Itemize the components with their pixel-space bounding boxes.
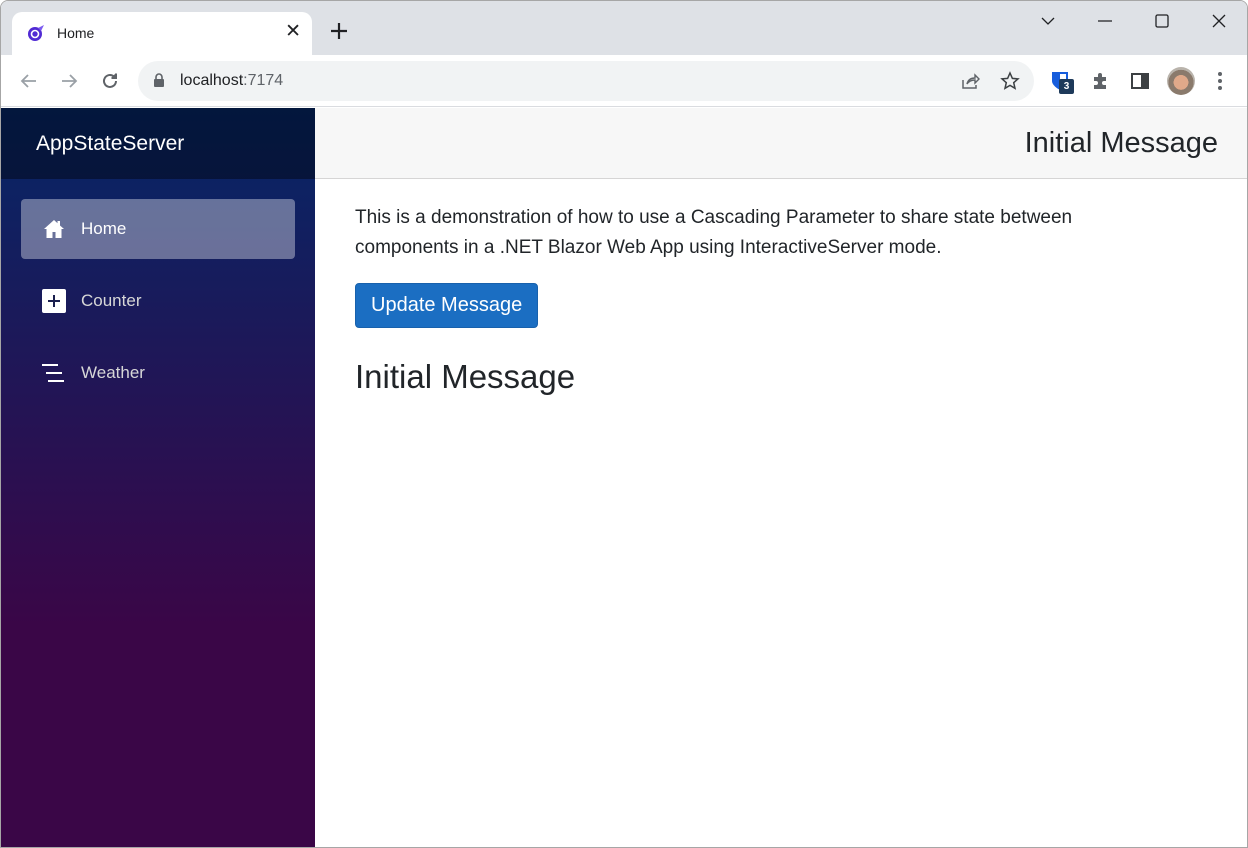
- message-heading: Initial Message: [355, 358, 576, 395]
- new-tab-icon[interactable]: [327, 19, 351, 43]
- forward-icon[interactable]: [57, 69, 81, 93]
- url-text[interactable]: localhost:7174: [180, 72, 283, 90]
- side-panel-icon[interactable]: [1128, 69, 1152, 93]
- list-icon: [41, 360, 67, 386]
- update-message-button[interactable]: Update Message: [355, 283, 539, 328]
- nav-item-home[interactable]: Home: [21, 199, 295, 259]
- tab-home[interactable]: Home ✕: [12, 12, 312, 55]
- tab-strip: Home ✕: [1, 1, 1247, 55]
- top-row-message: Initial Message: [1024, 126, 1218, 159]
- blazor-icon: [28, 25, 44, 41]
- url-host: localhost: [180, 72, 244, 89]
- maximize-icon[interactable]: [1147, 9, 1177, 33]
- app-page: AppStateServer Home Counter Weather Init…: [1, 108, 1247, 847]
- page-body: This is a demonstration of how to use a …: [315, 179, 1247, 420]
- reload-icon[interactable]: [98, 69, 122, 93]
- plus-square-icon: [41, 288, 67, 314]
- close-window-icon[interactable]: [1204, 9, 1234, 33]
- browser-window: Home ✕ localhost:7174 3 AppStateServer H…: [0, 0, 1248, 848]
- lock-icon: [154, 73, 164, 87]
- nav-item-counter[interactable]: Counter: [21, 271, 295, 331]
- address-bar[interactable]: localhost:7174: [138, 61, 1034, 101]
- minimize-icon[interactable]: [1090, 9, 1120, 33]
- nav-label-weather: Weather: [81, 363, 145, 382]
- bitwarden-icon[interactable]: 3: [1048, 69, 1074, 94]
- profile-avatar[interactable]: [1167, 67, 1195, 95]
- top-row: Initial Message: [315, 108, 1247, 179]
- nav-label-home: Home: [81, 219, 127, 238]
- back-icon[interactable]: [17, 69, 41, 93]
- more-menu-icon[interactable]: [1208, 69, 1232, 93]
- bitwarden-badge: 3: [1059, 79, 1074, 94]
- tab-search-icon[interactable]: [1033, 9, 1063, 33]
- share-icon[interactable]: [959, 70, 981, 92]
- sidebar: AppStateServer Home Counter Weather: [1, 108, 315, 847]
- nav-item-weather[interactable]: Weather: [21, 343, 295, 403]
- nav-menu: Home Counter Weather: [1, 179, 315, 403]
- url-port: :7174: [243, 72, 284, 89]
- home-icon: [41, 216, 67, 242]
- main-content: Initial Message This is a demonstration …: [315, 108, 1247, 847]
- nav-label-counter: Counter: [81, 291, 142, 310]
- bookmark-star-icon[interactable]: [999, 70, 1021, 92]
- extensions-puzzle-icon[interactable]: [1088, 69, 1112, 93]
- brand-bar: AppStateServer: [1, 108, 315, 179]
- app-brand[interactable]: AppStateServer: [36, 132, 184, 156]
- tab-close-icon[interactable]: ✕: [285, 22, 301, 42]
- page-description: This is a demonstration of how to use a …: [355, 207, 1073, 258]
- tab-title: Home: [57, 25, 95, 41]
- browser-toolbar: localhost:7174 3: [1, 55, 1247, 107]
